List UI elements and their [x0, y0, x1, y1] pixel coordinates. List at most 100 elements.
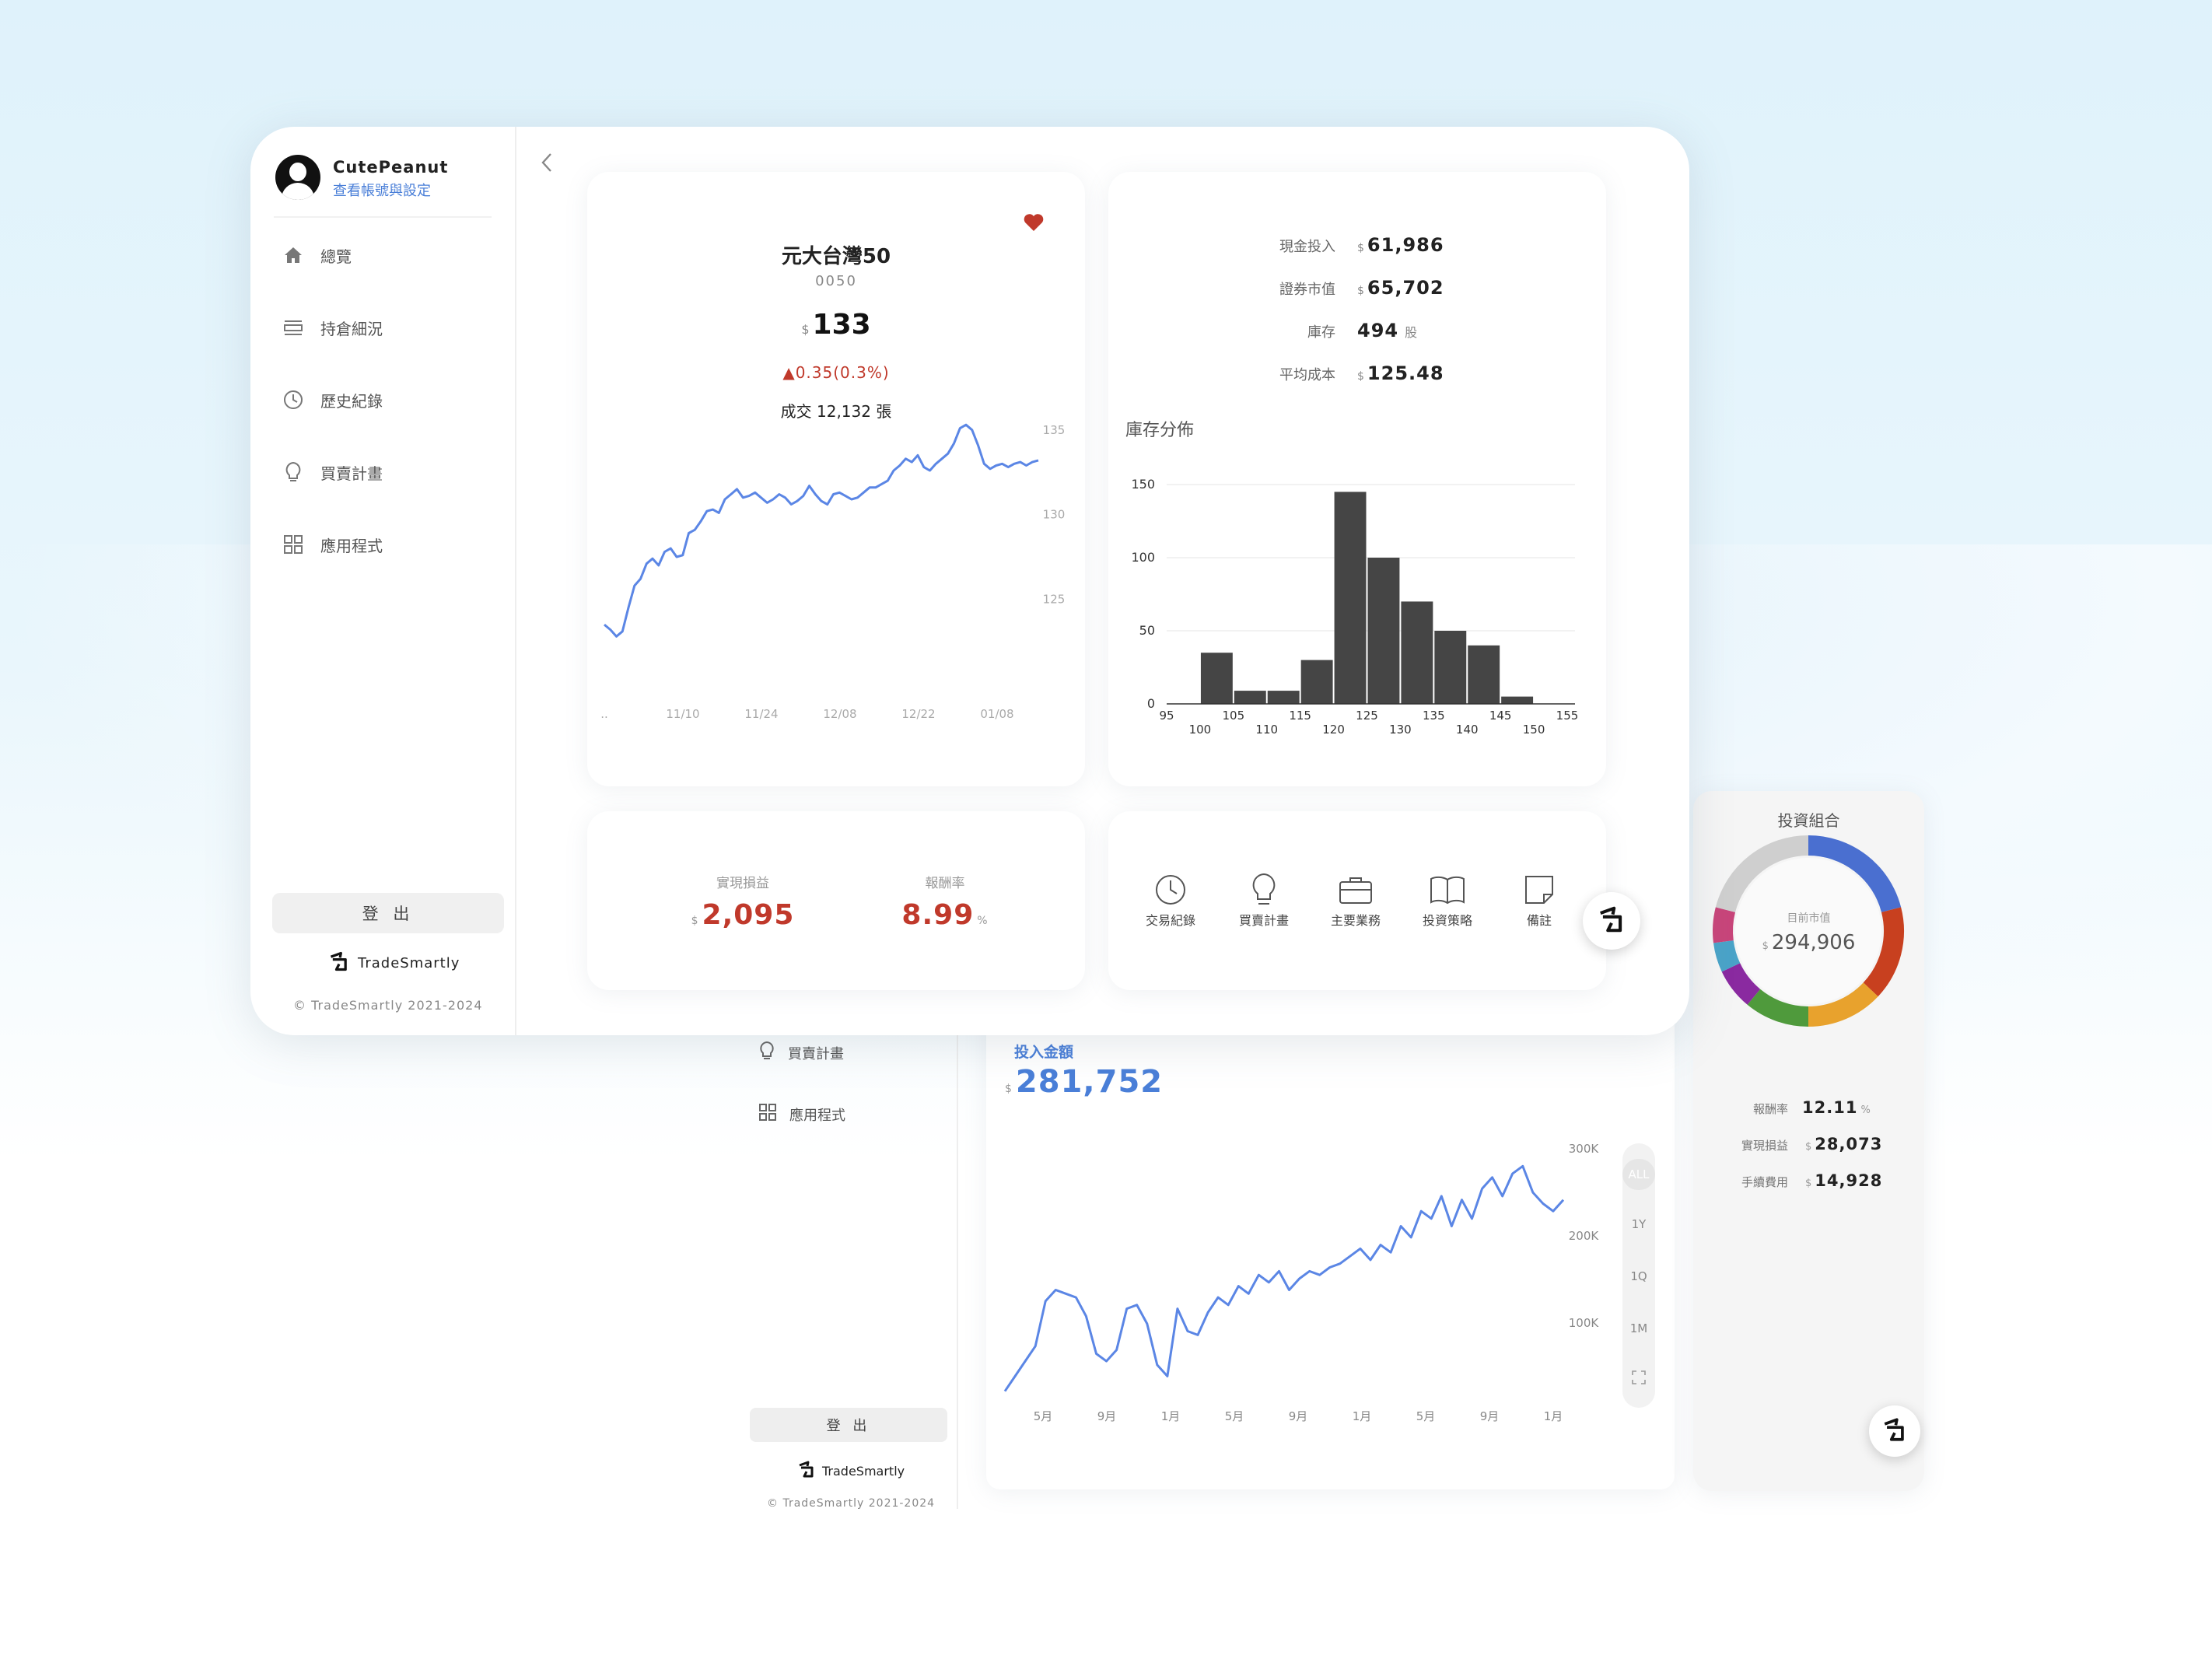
investment-line: [1003, 1164, 1565, 1392]
price-line: [604, 423, 1039, 638]
ghost-nav-plan-label: 買賣計畫: [788, 1045, 844, 1062]
y-tick-label: 125: [1043, 592, 1066, 606]
chevron-left-icon: [538, 150, 555, 181]
sidebar-item-label: 總覽: [320, 247, 352, 266]
y-tick-label: 200K: [1569, 1229, 1600, 1243]
portfolio-row-value: 12.11: [1802, 1098, 1858, 1117]
range-all-button[interactable]: ALL: [1622, 1159, 1655, 1190]
sidebar-item-history[interactable]: 歷史紀錄: [282, 388, 383, 411]
histogram-bar: [1367, 558, 1400, 704]
home-icon: [282, 243, 305, 267]
donut-center-value: $294,906: [1693, 931, 1924, 954]
ghost-nav-apps-label: 應用程式: [789, 1107, 845, 1124]
y-tick-label: 300K: [1569, 1142, 1600, 1156]
logout-button[interactable]: 登 出: [272, 893, 504, 933]
ghost-logout-button[interactable]: 登 出: [750, 1408, 947, 1442]
y-tick-label: 100: [1131, 550, 1155, 565]
x-tick-label: 130: [1389, 723, 1412, 737]
tradesmartly-fab-button[interactable]: [1869, 1405, 1920, 1457]
portfolio-title: 投資組合: [1777, 811, 1840, 830]
portfolio-row-label: 手續費用: [1741, 1175, 1788, 1189]
x-tick-label: 5月: [1416, 1409, 1436, 1423]
app-trade-plan[interactable]: 買賣計畫: [1225, 870, 1303, 929]
portfolio-row-realized: 實現損益 $ 28,073: [1693, 1135, 1882, 1153]
realized-pnl-amount: 2,095: [702, 899, 795, 931]
donut-center-label: 目前市值: [1787, 912, 1831, 925]
tradesmartly-logo-icon: [797, 1461, 816, 1481]
x-tick-label: 155: [1556, 709, 1579, 723]
sidebar-item-apps[interactable]: 應用程式: [282, 533, 383, 556]
app-notes[interactable]: 備註: [1500, 870, 1578, 929]
histogram-bar: [1434, 631, 1467, 704]
range-1y-button[interactable]: 1Y: [1622, 1217, 1655, 1231]
y-tick-label: 100K: [1569, 1316, 1600, 1330]
ghost-nav-plan[interactable]: 買賣計畫: [758, 1041, 844, 1065]
brand: TradeSmartly: [328, 951, 460, 975]
return-rate-value: 8.99%: [836, 899, 1054, 931]
x-tick-label: ..: [600, 707, 608, 721]
list-icon: [282, 316, 305, 339]
histogram-bar: [1468, 645, 1500, 704]
x-tick-label: 1月: [1353, 1409, 1372, 1423]
sidebar-item-label: 歷史紀錄: [320, 391, 383, 411]
investment-line-chart: 300K 200K 100K 5月 9月 1月 5月 9月 1月 5月 9月 1月: [1003, 1142, 1600, 1423]
app-label: 買賣計畫: [1238, 913, 1289, 928]
currency-symbol: $: [1805, 1178, 1812, 1189]
sidebar-item-holdings[interactable]: 持倉細況: [282, 316, 383, 339]
tradesmartly-fab-button[interactable]: [1583, 892, 1640, 950]
clock-icon: [1132, 870, 1209, 910]
sidebar-item-label: 應用程式: [320, 536, 383, 555]
return-rate: 報酬率 8.99%: [836, 872, 1054, 931]
y-tick-label: 130: [1043, 508, 1066, 522]
y-tick-label: 150: [1131, 477, 1155, 492]
y-tick-label: 0: [1147, 696, 1155, 711]
collapse-sidebar-button[interactable]: [538, 150, 555, 181]
tradesmartly-logo-icon: [1881, 1417, 1908, 1445]
x-tick-label: 01/08: [980, 707, 1013, 721]
distribution-histogram: 0 50 100 150 95 105 115 125 135 145 155 100 110 120 13…: [1131, 477, 1579, 737]
app-trade-history[interactable]: 交易紀錄: [1132, 870, 1209, 929]
copyright: © TradeSmartly 2021-2024: [293, 998, 483, 1013]
y-tick-label: 135: [1043, 423, 1066, 437]
account-settings-link[interactable]: 查看帳號與設定: [333, 180, 431, 200]
portfolio-row-value: 14,928: [1815, 1171, 1883, 1190]
tradesmartly-logo-icon: [1597, 905, 1626, 936]
book-icon: [1409, 870, 1486, 910]
app-strategy[interactable]: 投資策略: [1409, 870, 1486, 929]
x-tick-label: 9月: [1097, 1409, 1117, 1423]
x-tick-label: 145: [1489, 709, 1512, 723]
x-tick-label: 150: [1523, 723, 1545, 737]
sidebar-item-plan[interactable]: 買賣計畫: [282, 460, 383, 484]
portfolio-row-label: 實現損益: [1741, 1139, 1788, 1153]
currency-symbol: $: [1805, 1141, 1812, 1153]
fullscreen-icon[interactable]: [1622, 1370, 1655, 1388]
app-label: 主要業務: [1330, 913, 1381, 928]
brand-name: TradeSmartly: [358, 955, 460, 971]
avatar[interactable]: [275, 155, 320, 200]
lightbulb-icon: [1225, 870, 1303, 910]
ghost-copyright: © TradeSmartly 2021-2024: [767, 1497, 936, 1510]
x-tick-label: 11/10: [666, 707, 699, 721]
x-tick-label: 12/08: [823, 707, 856, 721]
x-tick-label: 120: [1322, 723, 1345, 737]
range-1q-button[interactable]: 1Q: [1622, 1269, 1655, 1283]
x-tick-label: 110: [1255, 723, 1278, 737]
histogram-bar: [1200, 653, 1233, 704]
portfolio-row-fees: 手續費用 $ 14,928: [1693, 1171, 1882, 1190]
clock-icon: [282, 388, 305, 411]
portfolio-row-unit: %: [1860, 1104, 1871, 1116]
portfolio-row-return: 報酬率 12.11 %: [1693, 1098, 1874, 1117]
x-tick-label: 1月: [1544, 1409, 1563, 1423]
ghost-nav-apps[interactable]: 應用程式: [758, 1103, 845, 1125]
grid-icon: [282, 533, 305, 556]
x-tick-label: 12/22: [901, 707, 935, 721]
x-tick-label: 9月: [1480, 1409, 1500, 1423]
app-main-business[interactable]: 主要業務: [1317, 870, 1395, 929]
portfolio-row-label: 報酬率: [1752, 1102, 1788, 1116]
realized-pnl-value: $2,095: [634, 899, 852, 931]
sidebar-item-overview[interactable]: 總覽: [282, 243, 352, 267]
investment-card: 投入金額 $281,752 300K 200K 100K 5月 9月 1月 5月 9月 1月 5月…: [986, 1003, 1675, 1489]
x-tick-label: 140: [1456, 723, 1479, 737]
range-1m-button[interactable]: 1M: [1622, 1321, 1655, 1335]
nav-divider: [274, 216, 492, 218]
